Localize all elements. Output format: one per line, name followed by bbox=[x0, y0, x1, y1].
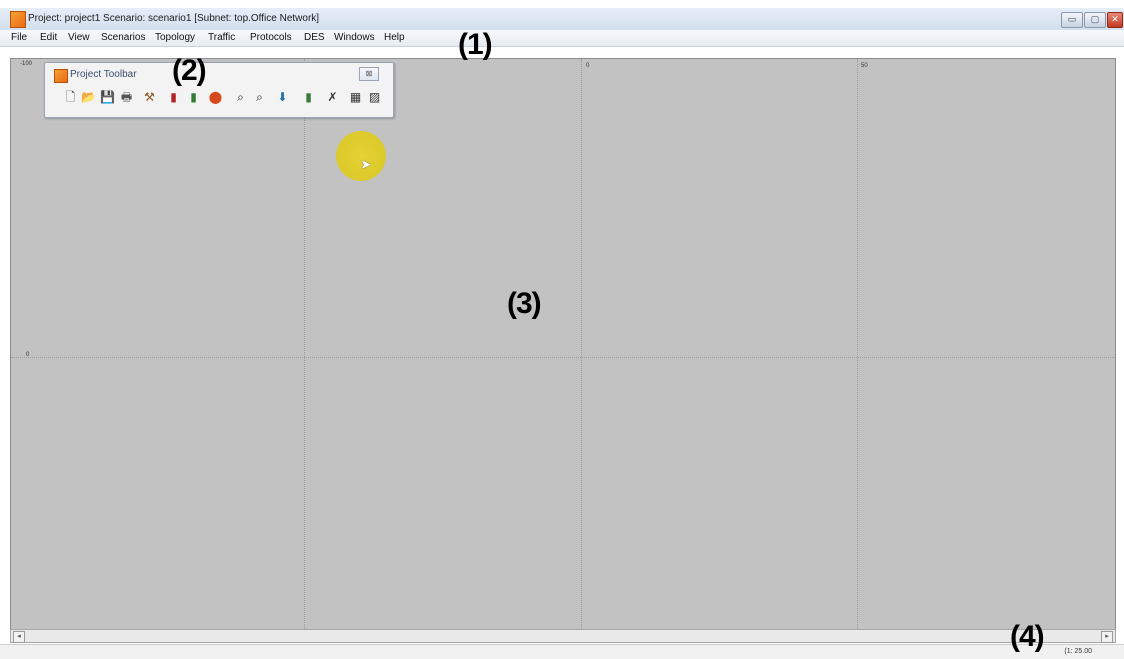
window-title: Project: project1 Scenario: scenario1 [S… bbox=[28, 13, 320, 24]
annotation-1: (1) bbox=[458, 28, 493, 61]
minimize-button[interactable]: ▭ bbox=[1061, 12, 1083, 28]
toolbar-title: Project Toolbar bbox=[70, 69, 137, 80]
menu-edit[interactable]: Edit bbox=[40, 32, 57, 43]
app-icon bbox=[54, 69, 68, 83]
toolbar-close-button[interactable]: ⊠ bbox=[359, 67, 379, 81]
grid-line bbox=[304, 59, 305, 631]
open-folder-icon[interactable]: 📂 bbox=[81, 90, 96, 105]
menu-des[interactable]: DES bbox=[304, 32, 325, 43]
network-canvas[interactable]: -100 0 50 0 bbox=[10, 58, 1116, 632]
project-toolbar-window: Project Toolbar ⊠ 🗋 📂 💾 🖶 ⚒ ▮ ▮ ⬤ ⌕ ⌕ ⬇ ▮ ✗ ▦ ▨ bbox=[44, 62, 394, 118]
close-button[interactable]: ✕ bbox=[1107, 12, 1123, 28]
annotation-4: (4) bbox=[1010, 620, 1045, 653]
annotation-3: (3) bbox=[507, 287, 542, 320]
new-icon[interactable]: 🗋 bbox=[63, 90, 78, 105]
zoom-out-icon[interactable]: ⌕ bbox=[252, 90, 267, 105]
annotation-2: (2) bbox=[172, 54, 207, 87]
deploy-app-icon[interactable]: ▮ bbox=[186, 90, 201, 105]
status-bar: (1: 25.00 bbox=[0, 644, 1124, 659]
horizontal-scrollbar[interactable]: ◂ ▸ bbox=[10, 629, 1116, 643]
mouse-cursor-icon: ➤ bbox=[360, 156, 372, 172]
menu-help[interactable]: Help bbox=[384, 32, 405, 43]
menu-topology[interactable]: Topology bbox=[155, 32, 195, 43]
menu-traffic[interactable]: Traffic bbox=[208, 32, 235, 43]
tick-label: 0 bbox=[586, 63, 590, 69]
coordinates-readout: (1: 25.00 bbox=[1064, 648, 1092, 655]
print-icon[interactable]: 🖶 bbox=[119, 90, 134, 105]
tick-label: 0 bbox=[26, 352, 30, 358]
grid-line bbox=[581, 59, 582, 631]
menu-bar: File Edit View Scenarios Topology Traffi… bbox=[0, 30, 1124, 47]
save-icon[interactable]: 💾 bbox=[100, 90, 115, 105]
grid-line bbox=[857, 59, 858, 631]
title-bar: Project: project1 Scenario: scenario1 [S… bbox=[0, 8, 1124, 30]
menu-file[interactable]: File bbox=[11, 32, 27, 43]
scroll-left-button[interactable]: ◂ bbox=[13, 631, 25, 643]
tick-label: -100 bbox=[20, 61, 33, 67]
zoom-in-icon[interactable]: ⌕ bbox=[233, 90, 248, 105]
link-icon[interactable]: ⬇ bbox=[275, 90, 290, 105]
menu-scenarios[interactable]: Scenarios bbox=[101, 32, 145, 43]
failure-icon[interactable]: ⬤ bbox=[208, 90, 223, 105]
menu-view[interactable]: View bbox=[68, 32, 90, 43]
app-icon bbox=[10, 11, 26, 28]
maximize-button[interactable]: ▢ bbox=[1084, 12, 1106, 28]
configure-traffic-icon[interactable]: ▮ bbox=[166, 90, 181, 105]
battery-icon[interactable]: ▮ bbox=[301, 90, 316, 105]
edit-node-icon[interactable]: ✗ bbox=[325, 90, 340, 105]
menu-protocols[interactable]: Protocols bbox=[250, 32, 292, 43]
grid-line bbox=[11, 357, 1115, 358]
view-results-icon[interactable]: ▦ bbox=[348, 90, 363, 105]
web-report-icon[interactable]: ▨ bbox=[367, 90, 382, 105]
tick-label: 50 bbox=[861, 63, 868, 69]
menu-windows[interactable]: Windows bbox=[334, 32, 375, 43]
object-palette-icon[interactable]: ⚒ bbox=[142, 90, 157, 105]
scroll-right-button[interactable]: ▸ bbox=[1101, 631, 1113, 643]
